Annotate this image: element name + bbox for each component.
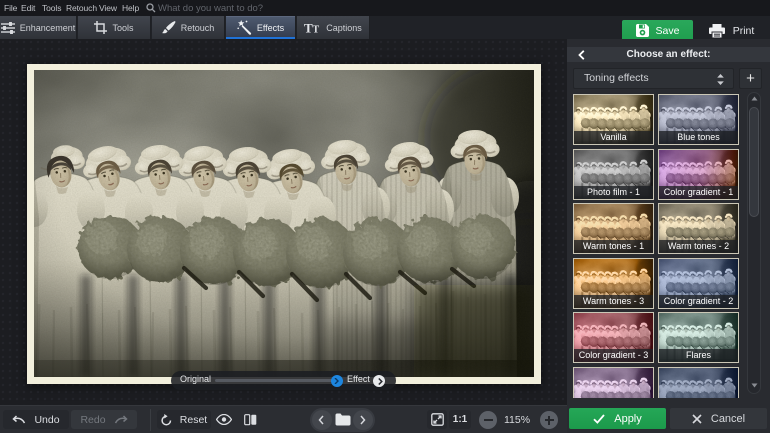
svg-text:T: T [313,24,320,34]
